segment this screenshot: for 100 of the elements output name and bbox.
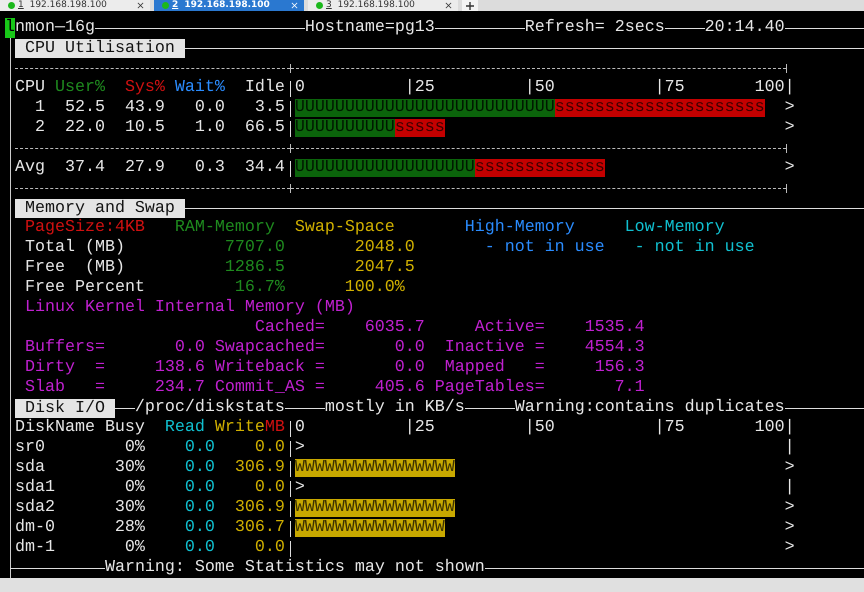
user-bar: UUUUUUUUUUUUUUUUUU — [294, 159, 475, 177]
column-header: Wait% — [174, 78, 225, 98]
row-label: Total (MB) — [24, 238, 126, 258]
status-warning: Warning: Some Statistics may not shown — [104, 558, 485, 578]
metric-value: 0.0 — [394, 338, 425, 357]
hostname: Hostname=pg13 — [304, 18, 435, 38]
table-cell-text: 10.5 — [124, 118, 165, 138]
refresh-rate: Refresh= 2secs — [524, 18, 665, 38]
table-cell: 0% — [124, 538, 145, 557]
section-title: Disk I/O — [15, 398, 115, 418]
metric-value: 4554.3 — [584, 338, 645, 357]
end-mark: > — [784, 98, 795, 118]
column-header: Busy — [104, 418, 145, 437]
table-cell-text: 3.5 — [254, 98, 285, 118]
table-cell-text: 52.5 — [64, 98, 105, 118]
section-title: Memory and Swap — [15, 198, 185, 218]
idle-mark: > — [294, 438, 305, 458]
table-cell-text: 27.9 — [124, 158, 165, 178]
table-cell-text: 37.4 — [64, 158, 105, 178]
table-cell: 30% — [114, 458, 145, 477]
scale-label: 0 — [294, 418, 306, 438]
disk-name: sda — [15, 458, 46, 478]
disk-warning: Warning:contains duplicates — [514, 398, 785, 418]
program-version: nmon—16g — [15, 18, 95, 38]
table-cell: 0.0 — [184, 478, 215, 497]
table-cell: 0.0 — [184, 458, 215, 477]
disk-units: mostly in KB/s — [324, 398, 465, 418]
end-mark: > — [784, 118, 795, 138]
row-label: Free Percent — [24, 278, 146, 298]
unit-label: MB — [264, 418, 285, 437]
idle-mark: > — [294, 478, 305, 498]
clock-time: 20:14.40 — [704, 18, 785, 38]
table-cell: 306.7 — [234, 518, 285, 537]
table-cell-text: - not in use — [484, 238, 606, 258]
table-cell: 2047.5 — [354, 258, 415, 277]
column-header: High-Memory — [464, 218, 576, 238]
tab[interactable]: 3 192.168.198.100 — [308, 0, 458, 11]
metric-label: Dirty = — [24, 358, 105, 377]
table-cell-text: 0.3 — [194, 158, 225, 178]
table-cell: 2048.0 — [354, 238, 415, 257]
table-cell: 306.9 — [234, 458, 285, 477]
close-icon[interactable] — [137, 2, 144, 9]
close-icon[interactable] — [445, 2, 452, 9]
column-header: Swap-Space — [294, 218, 396, 238]
table-cell-text: 22.0 — [64, 118, 105, 138]
table-cell: 0.0 — [254, 478, 285, 497]
disk-source: /proc/diskstats — [134, 398, 285, 418]
table-cell: - not in use — [634, 238, 755, 258]
scale-label: 100| — [754, 78, 795, 98]
metric-value: 405.6 — [374, 378, 425, 397]
metric-value: 0.0 — [174, 338, 205, 357]
disk-name: sda1 — [15, 478, 56, 498]
metric-value: 156.3 — [594, 358, 645, 377]
scale-label: 0 — [294, 78, 306, 98]
column-header: DiskName — [15, 418, 95, 438]
metric-label: Commit_AS = — [214, 378, 325, 397]
subsection-title: Linux Kernel Internal Memory (MB) — [24, 298, 355, 318]
status-dot-icon — [316, 2, 323, 9]
metric-label: PageTables= — [434, 378, 545, 397]
column-header: Low-Memory — [624, 218, 725, 238]
terminal-cursor: l — [5, 18, 15, 38]
end-mark: > — [784, 538, 795, 558]
table-cell: 16.7% — [234, 278, 285, 297]
metric-label: Inactive = — [444, 338, 545, 357]
metric-value: 138.6 — [154, 358, 205, 377]
cpu-label: 1 — [34, 98, 45, 118]
table-cell: 0% — [124, 438, 145, 457]
new-tab-button[interactable] — [462, 0, 478, 11]
cpu-label: 2 — [34, 118, 45, 138]
metric-value: 234.7 — [154, 378, 205, 397]
table-cell-text: 66.5 — [244, 118, 285, 138]
scale-label: |50 — [524, 418, 556, 438]
table-cell: 0.0 — [254, 438, 285, 457]
end-mark: > — [784, 498, 795, 518]
metric-value: 1535.4 — [584, 318, 645, 337]
end-mark: | — [784, 438, 795, 458]
table-cell: 0.0 — [184, 438, 215, 457]
user-bar: UUUUUUUUUU — [294, 119, 395, 137]
tab[interactable]: 1 192.168.198.100 — [0, 0, 150, 11]
system-bar: sssssssssssss — [474, 159, 605, 177]
table-cell-text: 1.0 — [194, 118, 225, 138]
metric-label: Active= — [474, 318, 545, 337]
table-cell: 100.0% — [344, 278, 405, 297]
metric-label: Buffers= — [24, 338, 105, 357]
disk-name: sda2 — [15, 498, 56, 518]
table-cell: 0.0 — [184, 518, 215, 537]
table-cell-text: 34.4 — [244, 158, 285, 178]
user-bar: UUUUUUUUUUUUUUUUUUUUUUUUUU — [294, 99, 555, 117]
page-size: PageSize:4KB — [24, 218, 146, 238]
table-cell: 0.0 — [184, 498, 215, 517]
table-cell: 0.0 — [254, 538, 285, 557]
end-mark: > — [784, 518, 795, 538]
disk-name: dm-0 — [15, 518, 56, 538]
table-cell: 0.0 — [184, 538, 215, 557]
column-header: Idle — [244, 78, 285, 98]
scale-label: |25 — [404, 418, 436, 438]
plus-icon — [466, 2, 474, 10]
column-header: RAM-Memory — [174, 218, 276, 238]
end-mark: > — [784, 158, 795, 178]
tab[interactable]: 2 192.168.198.100 — [154, 0, 304, 11]
